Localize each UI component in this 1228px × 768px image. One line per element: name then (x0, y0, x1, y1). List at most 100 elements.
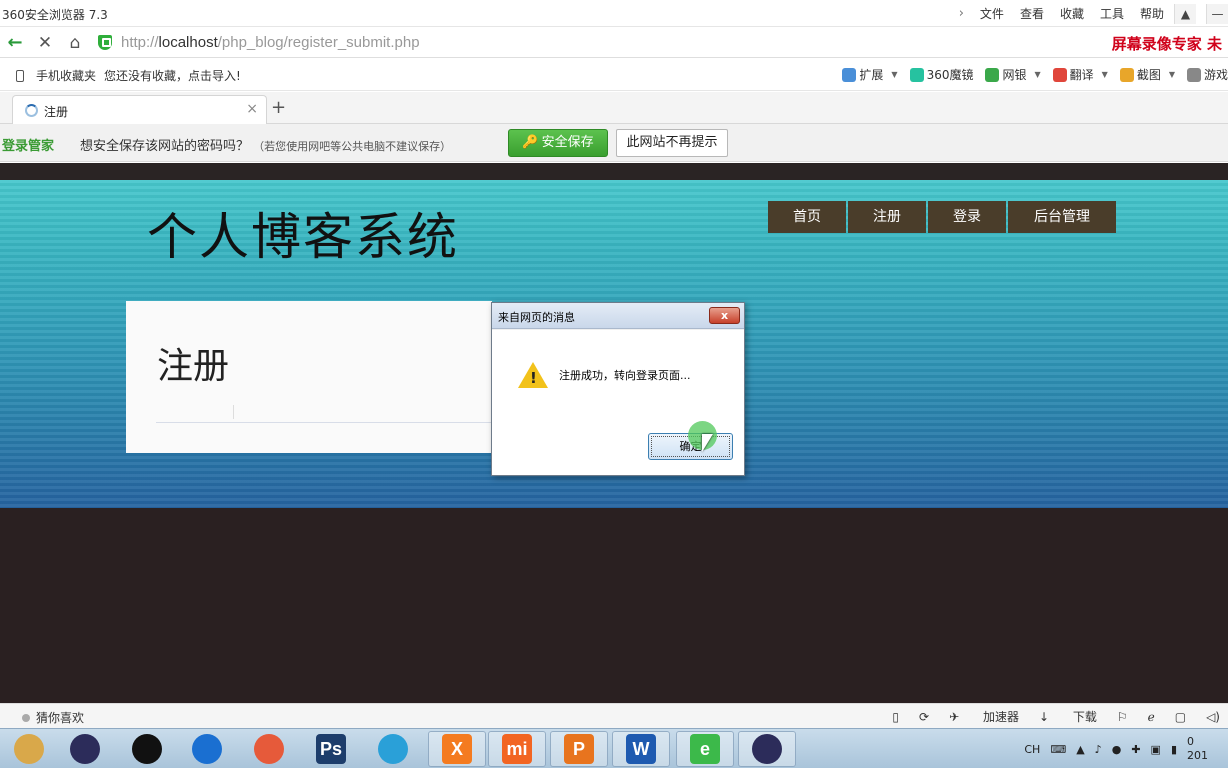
stop-icon[interactable]: ✕ (34, 32, 56, 54)
taskbar-app-eclipse-2[interactable] (738, 731, 796, 767)
mobile-favorites-link[interactable]: 手机收藏夹 (36, 67, 96, 84)
back-arrow-icon[interactable]: ← (4, 32, 26, 54)
system-tray: CH ⌨ ▲ ♪ ● ✚ ▣ ▮ 0 201 (1024, 729, 1228, 768)
accelerator-button[interactable]: ✈ 加速器 (949, 708, 1019, 725)
text-caret (233, 405, 234, 419)
taskbar-app-wps-p[interactable]: P (550, 731, 608, 767)
usb-icon[interactable]: ▣ (1151, 743, 1161, 756)
ime-indicator[interactable]: CH (1024, 743, 1040, 756)
site-nav-item-3[interactable]: 后台管理 (1008, 201, 1116, 233)
taskbar-app-mi[interactable]: mi (488, 731, 546, 767)
mobile-icon[interactable]: ▯ (892, 710, 899, 724)
360-browser-icon: e (690, 734, 720, 764)
menu-favorites[interactable]: 收藏 (1060, 5, 1084, 22)
taskbar-app-qq[interactable] (118, 731, 176, 767)
key-icon: 🔑 (522, 135, 539, 150)
minimize-icon[interactable]: — (1206, 3, 1228, 24)
mi-icon: mi (502, 734, 532, 764)
recorder-watermark: 屏幕录像专家 未 (1111, 35, 1222, 53)
menu-tools[interactable]: 工具 (1100, 5, 1124, 22)
toolbar-item-5[interactable]: 游戏 (1186, 66, 1228, 83)
clock[interactable]: 0 201 (1187, 735, 1218, 763)
eclipse-2-icon (752, 734, 782, 764)
chrome-like-icon (254, 734, 284, 764)
secure-save-label: 安全保存 (541, 135, 594, 150)
public-computer-note: （若您使用网吧等公共电脑不建议保存） (253, 140, 452, 153)
toolbar-item-icon (1186, 67, 1201, 82)
url-scheme: http:// (121, 34, 159, 51)
download-button[interactable]: ↓ 下载 (1039, 708, 1097, 725)
flag-icon[interactable]: ⚐ (1117, 710, 1128, 724)
secure-save-button[interactable]: 🔑 安全保存 (508, 129, 608, 157)
qq-icon (132, 734, 162, 764)
site-nav-item-2[interactable]: 登录 (928, 201, 1006, 233)
dialog-body: 注册成功，转向登录页面... 确定 (492, 330, 744, 475)
network-icon[interactable]: ▮ (1171, 743, 1177, 756)
dialog-title: 来自网页的消息 (498, 311, 575, 324)
plus-tray-icon[interactable]: ✚ (1131, 743, 1140, 756)
chevron-right-icon[interactable]: › (959, 6, 964, 21)
tab-title: 注册 (44, 105, 69, 119)
clock-time: 0 (1187, 735, 1194, 748)
password-save-bar: 登录管家 想安全保存该网站的密码吗？ （若您使用网吧等公共电脑不建议保存） 🔑 安… (0, 124, 1228, 162)
taskbar-app-qq-2[interactable] (178, 731, 236, 767)
taskbar-app-wps-w[interactable]: W (612, 731, 670, 767)
tray-expand-icon[interactable]: ▲ (1076, 743, 1084, 756)
dialog-close-button[interactable]: x (709, 307, 740, 324)
taskbar-app-xampp[interactable]: X (428, 731, 486, 767)
toolbar-item-label: 360魔镜 (926, 68, 974, 82)
menu-view[interactable]: 查看 (1020, 5, 1044, 22)
window-icon[interactable]: ▢ (1175, 710, 1186, 724)
toolbar-item-3[interactable]: 翻译 ▼ (1052, 66, 1108, 83)
guess-you-like[interactable]: 猜你喜欢 (22, 709, 84, 726)
toolbar-item-0[interactable]: 扩展 ▼ (842, 66, 898, 83)
browser-app-title: 360安全浏览器 7.3 (2, 8, 108, 22)
site-nav-item-1[interactable]: 注册 (848, 201, 926, 233)
speaker-icon[interactable]: ♪ (1095, 743, 1102, 756)
eclipse-icon (70, 734, 100, 764)
taskbar-app-file-explorer[interactable] (0, 731, 58, 767)
status-right-tools: ▯ ⟳ ✈ 加速器 ↓ 下载 ⚐ ℯ ▢ ◁) (872, 708, 1220, 725)
loading-spinner-icon (25, 104, 38, 117)
dropdown-arrow-icon[interactable]: ▼ (891, 70, 897, 79)
import-favorites-hint[interactable]: 您还没有收藏，点击导入! (104, 67, 241, 84)
toolbar-item-4[interactable]: 截图 ▼ (1119, 66, 1175, 83)
site-nav-item-0[interactable]: 首页 (768, 201, 846, 233)
toolbar-item-label: 扩展 (859, 68, 884, 82)
toolbar-item-icon (1052, 67, 1067, 82)
taskbar-app-feiq[interactable] (364, 731, 422, 767)
ie-icon[interactable]: ℯ (1148, 710, 1155, 724)
menu-help[interactable]: 帮助 (1140, 5, 1164, 22)
url-field[interactable]: http://localhost/php_blog/register_submi… (121, 34, 420, 51)
toolbar-item-label: 翻译 (1069, 68, 1094, 82)
never-for-this-site-button[interactable]: 此网站不再提示 (616, 129, 728, 157)
qq-tray-icon[interactable]: ● (1112, 743, 1122, 756)
security-shield-icon[interactable] (98, 35, 112, 50)
refresh-icon[interactable]: ⟳ (919, 710, 929, 724)
menu-file[interactable]: 文件 (980, 5, 1004, 22)
dropdown-arrow-icon[interactable]: ▼ (1034, 70, 1040, 79)
volume-icon[interactable]: ◁) (1206, 710, 1220, 724)
wps-w-icon: W (626, 734, 656, 764)
taskbar-app-photoshop[interactable]: Ps (302, 731, 360, 767)
taskbar-app-eclipse[interactable] (56, 731, 114, 767)
qq-2-icon (192, 734, 222, 764)
toolbar-item-1[interactable]: 360魔镜 (909, 66, 974, 83)
toolbar-item-label: 截图 (1136, 68, 1161, 82)
shirt-icon[interactable]: ▲ (1174, 3, 1196, 24)
tab-close-icon[interactable]: × (246, 101, 258, 117)
home-icon[interactable]: ⌂ (64, 32, 86, 54)
toolbar-item-icon (985, 67, 1000, 82)
bookmarks-bar: 手机收藏夹 您还没有收藏，点击导入! 扩展 ▼ 360魔镜 网银 ▼ 翻译 ▼ 截图 ▼ 游戏 (0, 59, 1228, 91)
taskbar-app-360-browser[interactable]: e (676, 731, 734, 767)
taskbar-app-chrome-like[interactable] (240, 731, 298, 767)
site-title: 个人博客系统 (147, 208, 459, 266)
new-tab-button[interactable]: + (271, 97, 286, 118)
keyboard-icon[interactable]: ⌨ (1050, 743, 1066, 756)
toolbar-item-2[interactable]: 网银 ▼ (985, 66, 1041, 83)
save-password-question-text: 想安全保存该网站的密码吗？ (80, 139, 250, 154)
tab-register[interactable]: 注册 × (12, 95, 267, 124)
dropdown-arrow-icon[interactable]: ▼ (1102, 70, 1108, 79)
status-dot-icon (22, 713, 30, 722)
dropdown-arrow-icon[interactable]: ▼ (1169, 70, 1175, 79)
